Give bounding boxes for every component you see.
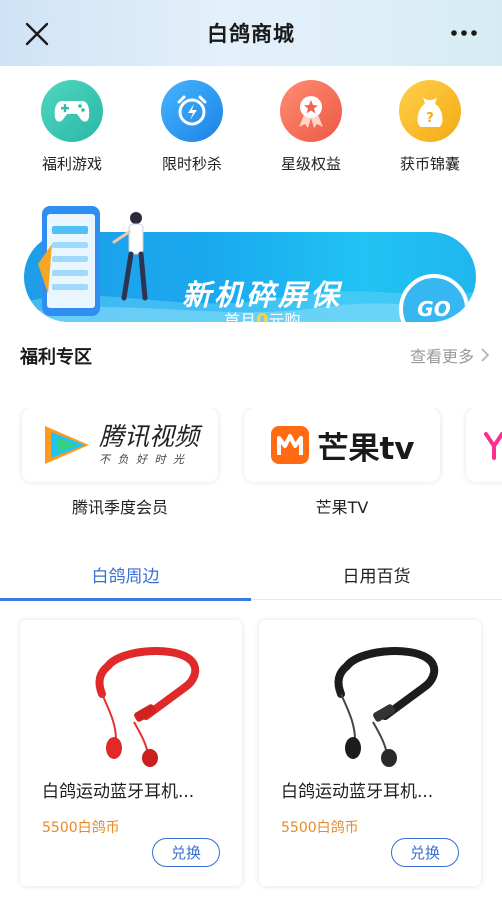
quick-item-label: 星级权益 (280, 155, 341, 173)
quick-item-lucky-bag[interactable]: ? 获币锦囊 (380, 80, 480, 174)
product-card[interactable]: 白鸽运动蓝牙耳机... 5500白鸽币 兑换 (20, 620, 242, 886)
product-price: 5500白鸽币 (281, 820, 359, 836)
tencent-slogan: 不 负 好 时 光 (98, 453, 186, 466)
more-dots-icon[interactable] (450, 26, 478, 40)
tencent-video-icon (44, 426, 89, 464)
medal-icon (280, 80, 342, 142)
quick-item-flash-sale[interactable]: 限时秒杀 (142, 80, 242, 174)
category-tabs: 白鸽周边 日用百货 (0, 548, 502, 601)
partner-partial-icon (484, 432, 502, 460)
phone-illustration-icon (38, 206, 100, 316)
partner-caption: 腾讯季度会员 (71, 498, 168, 517)
quick-item-label: 福利游戏 (41, 155, 102, 173)
quick-item-star-benefits[interactable]: 星级权益 (261, 80, 361, 174)
product-card[interactable]: 白鸽运动蓝牙耳机... 5500白鸽币 兑换 (259, 620, 481, 886)
tab-label: 日用百货 (342, 566, 411, 587)
product-name: 白鸽运动蓝牙耳机... (281, 782, 434, 802)
top-bar: 白鸽商城 (0, 0, 502, 66)
black-earphones-icon (334, 647, 439, 767)
view-more-link[interactable]: 查看更多 (410, 343, 490, 367)
promo-banner[interactable]: 新机碎屏保 首月0元购 GO (24, 200, 476, 324)
partner-card-tencent[interactable]: 腾讯视频 不 负 好 时 光 腾讯季度会员 (22, 408, 218, 518)
tab-label: 白鸽周边 (91, 566, 160, 587)
banner-subline: 首月0元购 (224, 310, 301, 322)
gamepad-icon (41, 80, 103, 142)
red-earphones-icon (95, 647, 200, 767)
product-name: 白鸽运动蓝牙耳机... (42, 782, 195, 802)
redeem-button[interactable]: 兑换 (391, 838, 459, 867)
page-title: 白鸽商城 (207, 22, 295, 46)
tab-baige-merch[interactable]: 白鸽周边 (0, 548, 251, 601)
alarm-clock-icon (161, 80, 223, 142)
tab-daily-goods[interactable]: 日用百货 (251, 548, 502, 600)
quick-item-games[interactable]: 福利游戏 (22, 80, 122, 174)
person-illustration-icon (112, 212, 148, 301)
svg-text:?: ? (426, 111, 434, 126)
partner-card-next[interactable] (466, 408, 502, 482)
redeem-button[interactable]: 兑换 (152, 838, 220, 867)
partner-carousel[interactable]: 腾讯视频 不 负 好 时 光 腾讯季度会员 芒果tv 芒果TV (0, 408, 502, 528)
active-tab-indicator (0, 598, 251, 601)
partner-caption: 芒果TV (315, 498, 369, 517)
tencent-logo-text: 腾讯视频 (98, 422, 199, 451)
partner-card-mango[interactable]: 芒果tv 芒果TV (244, 408, 440, 518)
product-price: 5500白鸽币 (42, 820, 120, 836)
quick-actions: 福利游戏 限时秒杀 星级权益 ? 获币锦囊 (0, 80, 502, 180)
chevron-right-icon (481, 348, 490, 362)
tencent-video-logo: 腾讯视频 不 负 好 时 光 (22, 408, 218, 482)
mango-tv-icon (271, 426, 310, 464)
mango-logo-text: 芒果tv (317, 430, 415, 467)
lucky-bag-icon: ? (399, 80, 461, 142)
mango-tv-logo: 芒果tv (244, 408, 440, 482)
view-more-label: 查看更多 (409, 347, 474, 366)
close-icon[interactable] (24, 21, 50, 47)
quick-item-label: 获币锦囊 (399, 155, 460, 173)
quick-item-label: 限时秒杀 (161, 155, 222, 173)
partner-logo-partial (466, 408, 502, 482)
welfare-section-header: 福利专区 查看更多 (20, 340, 490, 370)
section-title: 福利专区 (20, 347, 92, 368)
